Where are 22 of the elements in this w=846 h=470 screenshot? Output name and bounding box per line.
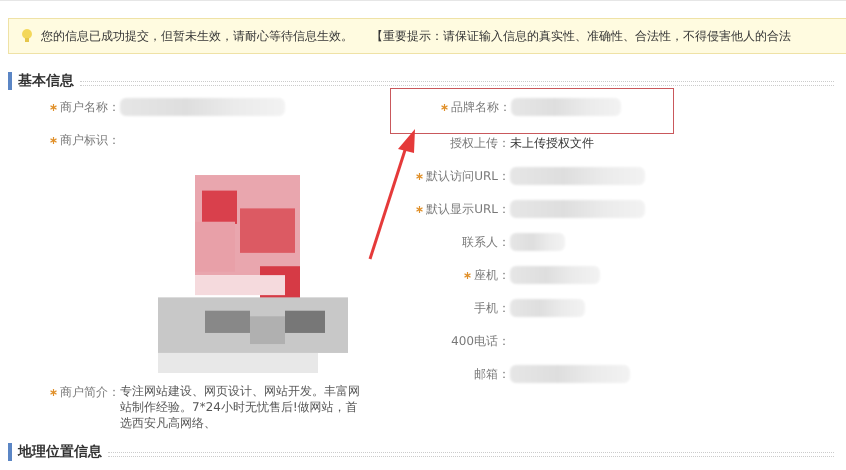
section-title: 基本信息 <box>18 72 74 90</box>
field-label: 授权上传： <box>450 135 510 152</box>
section-marker <box>8 443 12 461</box>
field-label: 邮箱： <box>474 366 510 383</box>
field-label: 商户简介： <box>60 384 120 401</box>
field-label: 手机： <box>474 300 510 317</box>
field-label: 座机： <box>474 267 510 284</box>
section-marker <box>8 72 12 90</box>
field-label: 品牌名称： <box>451 99 511 116</box>
field-label: 商户名称： <box>60 99 120 116</box>
field-label: 400电话： <box>451 333 510 350</box>
field-label: 商户标识： <box>60 132 120 149</box>
field-label: 默认显示URL： <box>426 201 510 218</box>
field-label: 默认访问URL： <box>426 168 510 185</box>
field-value: 未上传授权文件 <box>510 135 594 152</box>
notice-tip: 【重要提示：请保证输入信息的真实性、准确性、合法性，不得侵害他人的合法 <box>371 28 791 44</box>
field-label: 联系人： <box>462 234 510 251</box>
field-value: 专注网站建设、网页设计、网站开发。丰富网站制作经验。7*24小时无忧售后!做网站，首选西安凡高网络、 <box>120 383 361 431</box>
section-title: 地理位置信息 <box>18 443 102 461</box>
blurred-value <box>510 233 565 251</box>
notice-message: 您的信息已成功提交，但暂未生效，请耐心等待信息生效。 <box>41 28 353 44</box>
lightbulb-icon <box>21 28 33 44</box>
